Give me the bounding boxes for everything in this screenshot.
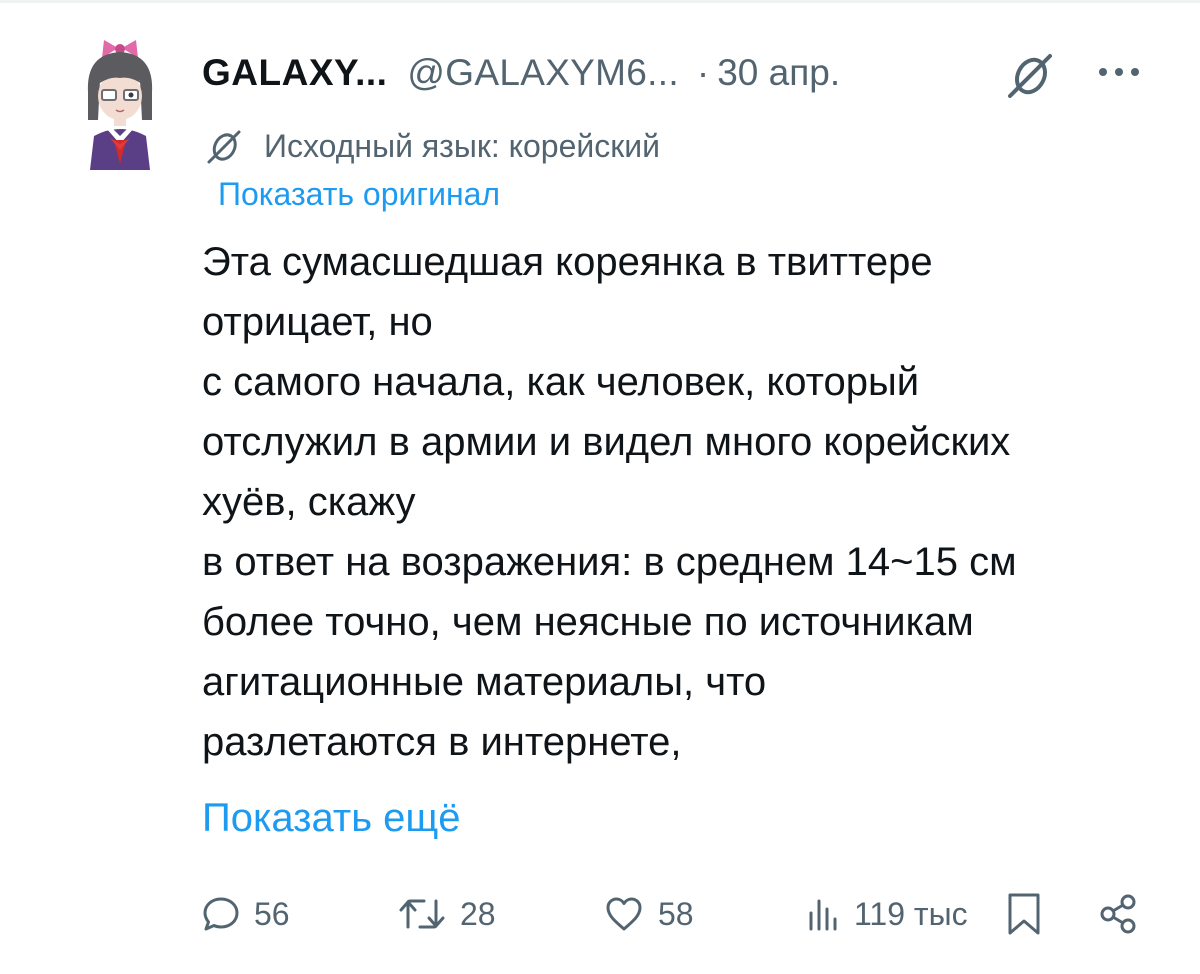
tweet-text-line: хуёв, скажу xyxy=(202,480,416,524)
tweet-text-line: агитационные материалы, что xyxy=(202,660,767,704)
like-count: 58 xyxy=(658,895,694,932)
grok-icon[interactable] xyxy=(1004,52,1056,100)
tweet-text-line: отрицает, но xyxy=(202,300,433,344)
translation-notice: Исходный язык: корейский xyxy=(204,128,660,165)
reply-count: 56 xyxy=(254,895,290,932)
like-button[interactable]: 58 xyxy=(604,884,694,944)
heart-icon xyxy=(606,897,642,931)
views-bar-icon xyxy=(809,899,837,931)
reply-button[interactable]: 56 xyxy=(202,884,290,944)
tweet-text-line: разлетаются в интернете, xyxy=(202,720,682,764)
reply-icon xyxy=(203,897,239,931)
separator-dot: · xyxy=(696,52,710,93)
avatar[interactable] xyxy=(74,40,166,170)
action-bar: 56 28 58 119 тыс xyxy=(0,884,1200,944)
tweet-text-line: в ответ на возражения: в среднем 14~15 с… xyxy=(202,540,1017,584)
tweet-text-line: Эта сумасшедшая кореянка в твиттере xyxy=(202,240,933,284)
views-count: 119 тыс xyxy=(854,895,968,932)
display-name[interactable]: GALAXY... xyxy=(202,52,387,94)
more-dots-icon[interactable] xyxy=(1094,52,1144,92)
grok-translate-icon xyxy=(207,130,241,163)
bookmark-icon xyxy=(1008,893,1040,935)
bookmark-button[interactable] xyxy=(1004,884,1044,944)
translation-notice-text: Исходный язык: корейский xyxy=(264,128,660,164)
share-icon xyxy=(1100,894,1136,934)
retweet-icon xyxy=(399,899,445,929)
show-more-link[interactable]: Показать ещё xyxy=(202,788,461,848)
retweet-count: 28 xyxy=(460,895,496,932)
retweet-button[interactable]: 28 xyxy=(398,884,496,944)
views-button[interactable]: 119 тыс xyxy=(806,884,968,944)
tweet: GALAXY... @GALAXYM6... · 30 апр. Исходны… xyxy=(0,0,1200,974)
tweet-text-line: более точно, чем неясные по источникам xyxy=(202,600,974,644)
user-handle[interactable]: @GALAXYM6... xyxy=(407,52,678,94)
tweet-text-line: с самого начала, как человек, который xyxy=(202,360,920,404)
tweet-date[interactable]: 30 апр. xyxy=(717,52,840,94)
tweet-text-line: отслужил в армии и видел много корейских xyxy=(202,420,1011,464)
show-original-link[interactable]: Показать оригинал xyxy=(218,176,500,213)
tweet-header: GALAXY... @GALAXYM6... · 30 апр. xyxy=(202,48,840,98)
share-button[interactable] xyxy=(1096,884,1140,944)
tweet-text: Эта сумасшедшая кореянка в твиттере отри… xyxy=(202,232,1177,772)
